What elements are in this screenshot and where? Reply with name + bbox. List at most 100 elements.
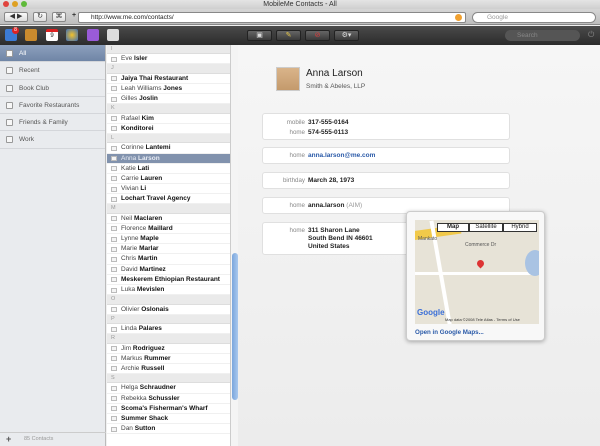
first-name: Archie xyxy=(121,364,140,372)
gallery-app-icon[interactable] xyxy=(66,29,78,41)
contact-list-item[interactable]: Jim Rodriguez xyxy=(107,344,230,354)
account-app-icon[interactable] xyxy=(107,29,119,41)
contact-list-item[interactable]: Linda Palares xyxy=(107,324,230,335)
contact-list-item[interactable]: Gilles Joslin xyxy=(107,94,230,105)
contact-list-item[interactable]: Eve Isler xyxy=(107,54,230,65)
contact-list-item[interactable]: Corinne Lantemi xyxy=(107,143,230,154)
contact-list-item[interactable]: Lynne Maple xyxy=(107,234,230,245)
first-name: Dan xyxy=(121,425,133,433)
sidebar-group-friends-family[interactable]: Friends & Family xyxy=(0,114,105,132)
last-name: Jones xyxy=(163,84,183,92)
mail-app-icon[interactable]: 8 xyxy=(5,27,19,41)
bookmarks-icon[interactable]: ⌘ xyxy=(52,12,66,22)
sidebar-group-all[interactable]: All xyxy=(0,45,105,63)
sidebar-group-book-club[interactable]: Book Club xyxy=(0,80,105,97)
address-line: United States xyxy=(308,243,350,250)
person-icon xyxy=(111,307,117,313)
sidebar-group-favorite-restaurants[interactable]: Favorite Restaurants xyxy=(0,97,105,115)
contact-list-item[interactable]: Rebekka Schussler xyxy=(107,394,230,404)
phone-label: home xyxy=(289,129,305,136)
back-forward-button[interactable]: ◀ ▶ xyxy=(4,12,28,22)
person-icon xyxy=(111,216,117,222)
email-link[interactable]: anna.larson@me.com xyxy=(308,152,375,159)
contact-list-item[interactable]: Lochart Travel Agency xyxy=(107,194,230,205)
contacts-app-icon[interactable] xyxy=(25,29,37,41)
contact-list-item[interactable]: Chris Martin xyxy=(107,254,230,265)
contact-list-item[interactable]: David Martinez xyxy=(107,265,230,275)
group-label: Friends & Family xyxy=(19,119,68,127)
new-contact-button[interactable]: ▣ xyxy=(247,30,272,41)
hybrid-tab[interactable]: Hybrid xyxy=(503,223,537,232)
contact-list-item[interactable]: Konditorei xyxy=(107,124,230,135)
last-name: Marlar xyxy=(139,245,159,253)
last-name: Rummer xyxy=(144,354,171,362)
map-popover: Mankato Commerce Dr Map Satellite Hybrid… xyxy=(406,211,545,341)
reload-icon[interactable]: ↻ xyxy=(33,12,47,22)
contact-list-item[interactable]: Carrie Lauren xyxy=(107,174,230,185)
contact-list-item[interactable]: Neil Maclaren xyxy=(107,214,230,224)
contact-list-item[interactable]: Scoma's Fisherman's Wharf xyxy=(107,404,230,414)
birthday-card: birthday March 28, 1973 xyxy=(262,172,510,189)
contact-list-item[interactable]: Summer Shack xyxy=(107,414,230,425)
contact-list-item[interactable]: Anna Larson xyxy=(107,153,230,164)
add-group-button[interactable]: + xyxy=(6,433,11,446)
contact-list-item[interactable]: Leah Williams Jones xyxy=(107,84,230,95)
map-copyright: Map data ©2008 Tele Atlas - Terms of Use xyxy=(445,317,520,322)
rss-icon[interactable] xyxy=(455,14,462,21)
satellite-tab[interactable]: Satellite xyxy=(469,223,503,232)
contact-list-item[interactable]: Helga Schraudner xyxy=(107,383,230,394)
delete-button[interactable]: ⊘ xyxy=(305,30,330,41)
company-name: Scoma's Fisherman's Wharf xyxy=(121,404,208,412)
minimize-window-button[interactable] xyxy=(12,1,18,7)
contact-list-item[interactable]: Jaiya Thai Restaurant xyxy=(107,74,230,84)
url-field[interactable]: http://www.me.com/contacts/ xyxy=(78,12,466,23)
last-name: Maillard xyxy=(148,224,173,232)
calendar-app-icon[interactable]: 9 xyxy=(46,29,58,41)
first-name: Leah Williams xyxy=(121,84,162,92)
add-bookmark-button[interactable]: + xyxy=(70,12,78,22)
idisk-app-icon[interactable] xyxy=(87,29,99,41)
contact-list-item[interactable]: Luka Mevislen xyxy=(107,285,230,296)
group-icon xyxy=(6,84,13,92)
sidebar-group-recent[interactable]: Recent xyxy=(0,62,105,80)
person-icon xyxy=(111,86,117,92)
last-name: Russell xyxy=(141,364,165,372)
section-header: L xyxy=(107,134,230,144)
contact-list-item[interactable]: Meskerem Ethiopian Restaurant xyxy=(107,275,230,286)
sidebar-group-work[interactable]: Work xyxy=(0,131,105,149)
settings-menu-button[interactable]: ⚙▾ xyxy=(334,30,359,41)
first-name: David xyxy=(121,265,138,273)
google-search-field[interactable]: Google xyxy=(472,12,596,23)
first-name: Gilles xyxy=(121,95,138,103)
company-icon xyxy=(111,277,117,283)
edit-button[interactable]: ✎ xyxy=(276,30,301,41)
last-name: Li xyxy=(140,185,147,193)
zoom-window-button[interactable] xyxy=(21,1,27,7)
contact-list-item[interactable]: Vivian Li xyxy=(107,184,230,195)
contact-list-item[interactable]: Olivier Oslonais xyxy=(107,305,230,315)
open-in-google-maps-link[interactable]: Open in Google Maps... xyxy=(415,329,484,336)
contact-list-item[interactable]: Florence Maillard xyxy=(107,224,230,235)
first-name: Chris xyxy=(121,255,137,263)
browser-toolbar: ◀ ▶ ↻ ⌘ + http://www.me.com/contacts/ Go… xyxy=(0,9,600,25)
phone-value[interactable]: 574-555-0113 xyxy=(308,129,348,136)
window-titlebar: MobileMe Contacts - All xyxy=(0,0,600,9)
contact-list-item[interactable]: Marie Marlar xyxy=(107,244,230,255)
mobileme-appbar: 8 9 ▣ ✎ ⊘ ⚙▾ Search ⏻ xyxy=(0,26,600,45)
first-name: Lynne xyxy=(121,235,139,243)
contact-list-item[interactable]: Markus Rummer xyxy=(107,354,230,364)
contact-list-item[interactable]: Archie Russell xyxy=(107,364,230,375)
close-window-button[interactable] xyxy=(3,1,9,7)
power-icon[interactable]: ⏻ xyxy=(588,30,594,40)
contact-list-item[interactable]: Rafael Kim xyxy=(107,114,230,124)
map-tab[interactable]: Map xyxy=(437,223,469,232)
address-line: 311 Sharon Lane xyxy=(308,227,360,234)
contact-list-scrollbar[interactable] xyxy=(230,45,238,446)
phone-value[interactable]: 317-555-0164 xyxy=(308,119,348,126)
company-icon xyxy=(111,416,117,422)
map-view[interactable]: Mankato Commerce Dr Map Satellite Hybrid… xyxy=(415,220,539,324)
contacts-search-field[interactable]: Search xyxy=(505,30,580,41)
map-pin-icon[interactable] xyxy=(475,258,486,269)
contact-list-item[interactable]: Katie Lati xyxy=(107,164,230,174)
contact-list-item[interactable]: Dan Sutton xyxy=(107,424,230,435)
